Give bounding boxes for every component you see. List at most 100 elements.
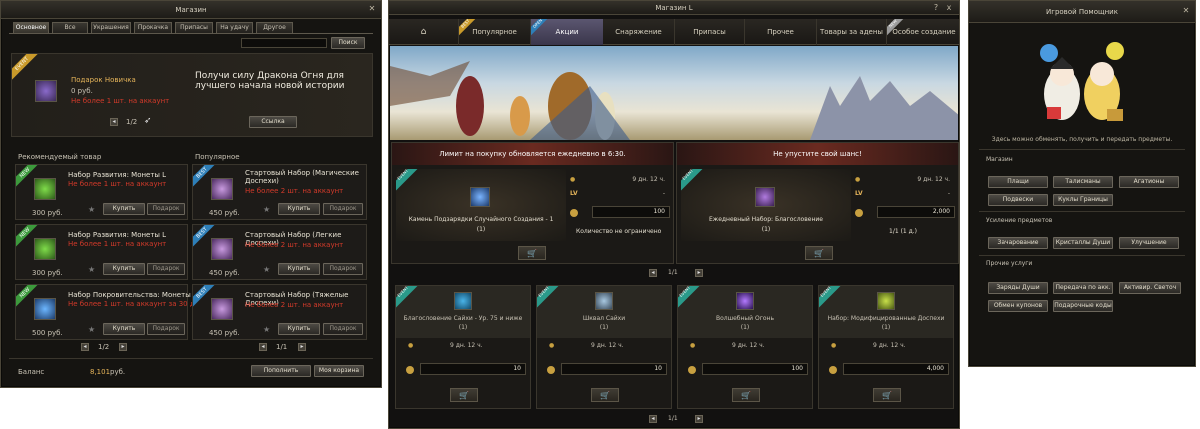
product-qty: (1) [458, 324, 468, 331]
gift-button[interactable]: Подарок [147, 323, 185, 335]
close-icon[interactable]: ✕ [1181, 6, 1191, 16]
card-body[interactable]: EVENT Камень Подзарядки Случайного Созда… [396, 168, 566, 241]
tab-accessories[interactable]: Украшения [91, 22, 131, 33]
gift-button[interactable]: Подарок [323, 263, 363, 275]
time-left: 9 дн. 12 ч. [591, 342, 624, 349]
item-limit: Не более 1 шт. на аккаунт [68, 180, 167, 188]
cart-button[interactable]: 🛒 [805, 246, 833, 260]
next-arrow-icon[interactable]: ▸ [298, 343, 306, 351]
prev-arrow-icon[interactable]: ◂ [649, 415, 657, 423]
tab-misc[interactable]: Прочее [745, 19, 817, 45]
card-item-qty: (1) [761, 226, 771, 233]
link-button[interactable]: Ссылка [249, 116, 297, 128]
gift-codes-button[interactable]: Подарочные коды [1053, 300, 1113, 312]
tab-main[interactable]: Основное [13, 22, 49, 33]
cloaks-button[interactable]: Плащи [988, 176, 1048, 188]
item-limit: Не более 2 шт. на аккаунт [245, 301, 344, 309]
gift-button[interactable]: Подарок [323, 323, 363, 335]
product-qty: (1) [881, 324, 891, 331]
item-name: Набор Развития: Монеты L [68, 231, 167, 239]
item-price: 450 руб. [209, 209, 240, 217]
time-left: 9 дн. 12 ч. [732, 342, 765, 349]
star-icon[interactable]: ★ [88, 325, 95, 334]
product-card: EVENT Благословение Сайхи - Ур. 75 и ниж… [395, 285, 531, 409]
search-input[interactable] [241, 38, 327, 48]
star-icon[interactable]: ★ [88, 205, 95, 214]
account-transfer-button[interactable]: Передача по акк. [1053, 282, 1113, 294]
buy-button[interactable]: Купить [278, 323, 320, 335]
card-body[interactable]: EVENT Ежедневный Набор: Благословение (1… [681, 168, 851, 241]
item-price: 300 руб. [32, 209, 63, 217]
prev-arrow-icon[interactable]: ◂ [259, 343, 267, 351]
tab-equipment[interactable]: Снаряжение [603, 19, 675, 45]
featured-price: 0 руб. [71, 87, 93, 95]
search-button[interactable]: Поиск [331, 37, 365, 49]
game-helper-titlebar[interactable]: Игровой Помощник [969, 1, 1195, 23]
helper-mascots-illustration [1040, 42, 1124, 121]
product-card-top[interactable]: EVENT Шквал Сайхи (1) [537, 285, 671, 338]
close-icon[interactable]: ✕ [367, 4, 377, 14]
star-icon[interactable]: ★ [263, 265, 270, 274]
tab-all[interactable]: Все [52, 22, 88, 33]
product-card-top[interactable]: EVENT Набор: Модифицированные Доспехи (1… [819, 285, 953, 338]
tab-luck[interactable]: На удачу [216, 22, 253, 33]
next-arrow-icon[interactable]: ▸ [695, 269, 703, 277]
tab-promotions[interactable]: OPEN Акции [531, 18, 603, 45]
star-icon[interactable]: ★ [88, 265, 95, 274]
topup-button[interactable]: Пополнить [251, 365, 311, 377]
buy-button[interactable]: Купить [278, 203, 320, 215]
section-divider [979, 149, 1185, 150]
product-card-top[interactable]: EVENT Волшебный Огонь (1) [678, 285, 812, 338]
help-icon[interactable]: ? [931, 3, 941, 13]
prev-arrow-icon[interactable]: ◂ [81, 343, 89, 351]
improve-button[interactable]: Улучшение [1119, 237, 1179, 249]
next-arrow-icon[interactable]: ▸ [695, 415, 703, 423]
tab-home[interactable]: ⌂ [389, 19, 459, 45]
coin-icon [688, 366, 696, 374]
amount-field: 10 [561, 363, 667, 375]
tab-upgrade[interactable]: Прокачка [134, 22, 172, 33]
tab-supplies[interactable]: Припасы [175, 22, 213, 33]
buy-button[interactable]: Купить [103, 203, 145, 215]
next-arrow-icon[interactable]: ▸ [119, 343, 127, 351]
product-card-top[interactable]: EVENT Благословение Сайхи - Ур. 75 и ниж… [396, 285, 530, 338]
pendants-button[interactable]: Подвески [988, 194, 1048, 206]
gift-button[interactable]: Подарок [323, 203, 363, 215]
cart-button[interactable]: 🛒 [873, 388, 901, 402]
agathions-button[interactable]: Агатионы [1119, 176, 1179, 188]
tab-special-craft[interactable]: NEW Особое создание [887, 18, 961, 45]
clock-icon: ● [570, 176, 576, 183]
gift-button[interactable]: Подарок [147, 203, 185, 215]
gift-button[interactable]: Подарок [147, 263, 185, 275]
tab-other[interactable]: Другое [256, 22, 293, 33]
cart-button[interactable]: 🛒 [732, 388, 760, 402]
shop-l-titlebar[interactable]: Магазин L [389, 1, 959, 15]
buy-button[interactable]: Купить [103, 323, 145, 335]
prev-arrow-icon[interactable]: ◂ [110, 118, 118, 126]
promo-banner[interactable] [390, 46, 958, 140]
my-cart-button[interactable]: Моя корзина [314, 365, 364, 377]
tab-supplies[interactable]: Припасы [675, 19, 745, 45]
coupon-exchange-button[interactable]: Обмен купонов [988, 300, 1048, 312]
enchant-button[interactable]: Зачарование [988, 237, 1048, 249]
talismans-button[interactable]: Талисманы [1053, 176, 1113, 188]
buy-button[interactable]: Купить [278, 263, 320, 275]
tab-popular[interactable]: BEST Популярное [459, 18, 531, 45]
activate-lamp-button[interactable]: Активир. Светоч [1119, 282, 1181, 294]
soul-crystals-button[interactable]: Кристаллы Души [1053, 237, 1113, 249]
prev-arrow-icon[interactable]: ◂ [649, 269, 657, 277]
tab-adena-goods[interactable]: Товары за адены [817, 19, 887, 45]
armor-kit-icon [877, 292, 895, 310]
shop-window-titlebar[interactable]: Магазин [1, 1, 381, 19]
soul-charges-button[interactable]: Заряды Души [988, 282, 1048, 294]
star-icon[interactable]: ★ [263, 325, 270, 334]
border-dolls-button[interactable]: Куклы Границы [1053, 194, 1113, 206]
buy-button[interactable]: Купить [103, 263, 145, 275]
coin-icon [406, 366, 414, 374]
banner-artwork [390, 61, 958, 140]
cart-button[interactable]: 🛒 [450, 388, 478, 402]
star-icon[interactable]: ★ [263, 205, 270, 214]
cart-button[interactable]: 🛒 [518, 246, 546, 260]
close-icon[interactable]: x [944, 3, 954, 13]
cart-button[interactable]: 🛒 [591, 388, 619, 402]
